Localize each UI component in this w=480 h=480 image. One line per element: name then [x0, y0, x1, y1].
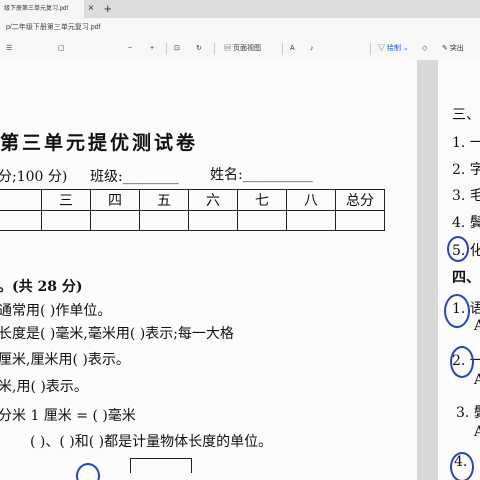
toolbar-divider	[214, 43, 215, 55]
score-header: 三	[41, 189, 91, 211]
browser-titlebar: 级下册第三单元复习.pdf × +	[0, 0, 480, 18]
address-bar[interactable]: p/二年级下册第三单元复习.pdf	[0, 18, 480, 39]
question-line: 米,用( )表示。	[0, 379, 88, 395]
tab-title: 级下册第三单元复习.pdf	[4, 6, 69, 12]
page-view-button[interactable]: ▤ 页面视图	[224, 43, 261, 55]
page-gap	[417, 60, 438, 480]
right-line: 3. 毛	[452, 188, 480, 204]
new-tab-icon[interactable]: +	[104, 1, 112, 16]
draw-button[interactable]: ▽ 绘制 ⌄	[378, 43, 409, 55]
right-line: 3. 鬓	[456, 405, 480, 421]
pdf-page-right[interactable]: 三、 1. 一 2. 字 3. 毛 4. 鬓 5. 化 四、 1. 语 A 2.…	[438, 60, 480, 480]
right-line: A	[474, 372, 480, 388]
ink-circle	[76, 463, 100, 480]
question-line: ( )、( )和( )都是计量物体长度的单位。	[30, 434, 273, 450]
page-view-label: 页面视图	[232, 45, 261, 52]
right-line: 4. 鬓	[452, 215, 480, 231]
right-line: 1. 一	[452, 135, 480, 151]
right-line: 2. 字	[452, 162, 480, 178]
question-line: 通常用( )作单位。	[0, 303, 112, 319]
score-cell	[41, 210, 91, 231]
score-cell	[237, 210, 287, 231]
score-header: 四	[90, 189, 140, 211]
question-line: 厘米,厘米用( )表示。	[0, 352, 130, 368]
rotate-icon[interactable]: ↻	[196, 43, 202, 55]
toolbar-divider	[166, 43, 167, 55]
pdf-page-left[interactable]: 第三单元提优测试卷 分;100 分) 班级:________ 姓名:______…	[0, 60, 417, 480]
speaker-icon[interactable]: ♪	[310, 43, 314, 55]
right-line: 四、	[452, 270, 480, 286]
right-line: A	[474, 318, 480, 334]
highlight-button[interactable]: ✎ 突出	[442, 43, 464, 55]
score-header	[0, 189, 42, 211]
right-line: 三、	[452, 107, 480, 123]
question-line: 分米 1 厘米 = ( )毫米	[0, 408, 136, 424]
zoom-out-icon[interactable]: −	[128, 43, 132, 55]
document-tab[interactable]: 级下册第三单元复习.pdf	[0, 0, 84, 18]
class-label: 班级:________	[90, 169, 179, 185]
score-header: 六	[188, 189, 238, 211]
read-icon[interactable]: A	[290, 43, 295, 55]
score-cell	[286, 210, 336, 231]
score-table: 三 四 五 六 七 八 总分	[0, 189, 385, 231]
ink-circle	[447, 236, 469, 262]
draw-label: 绘制	[386, 45, 401, 52]
fit-page-icon[interactable]: ⊡	[174, 43, 180, 55]
ink-circle	[450, 452, 474, 480]
score-cell	[335, 210, 385, 231]
score-header: 五	[139, 189, 189, 211]
document-title: 第三单元提优测试卷	[0, 132, 199, 154]
score-header: 七	[237, 189, 287, 211]
toolbar-divider	[282, 43, 283, 55]
toolbar-divider	[370, 43, 371, 55]
figure-box	[130, 458, 192, 473]
menu-icon[interactable]: ☰	[6, 43, 12, 55]
highlight-label: 突出	[449, 45, 464, 52]
ink-circle	[444, 294, 470, 328]
score-cell	[90, 210, 140, 231]
eraser-icon[interactable]: ◇	[422, 43, 427, 55]
url-text: p/二年级下册第三单元复习.pdf	[6, 24, 101, 31]
zoom-in-icon[interactable]: +	[150, 43, 154, 55]
question-line: 长度是( )毫米,毫米用( )表示;每一大格	[0, 326, 234, 342]
score-cell	[139, 210, 189, 231]
page-icon[interactable]: ▢	[58, 43, 65, 55]
section-heading: 。(共 28 分)	[0, 279, 83, 295]
pdf-toolbar: ☰ ▢ − + ⊡ ↻ ▤ 页面视图 A ♪ ▽ 绘制 ⌄ ◇ ✎ 突出	[0, 38, 480, 61]
score-cell	[188, 210, 238, 231]
score-header: 八	[286, 189, 336, 211]
name-label: 姓名:__________	[210, 167, 313, 183]
ink-circle	[450, 346, 474, 378]
right-line: A	[474, 424, 480, 440]
close-tab-icon[interactable]: ×	[88, 3, 94, 14]
score-cell	[0, 210, 42, 231]
score-info: 分;100 分)	[0, 169, 68, 185]
score-header: 总分	[335, 189, 385, 211]
